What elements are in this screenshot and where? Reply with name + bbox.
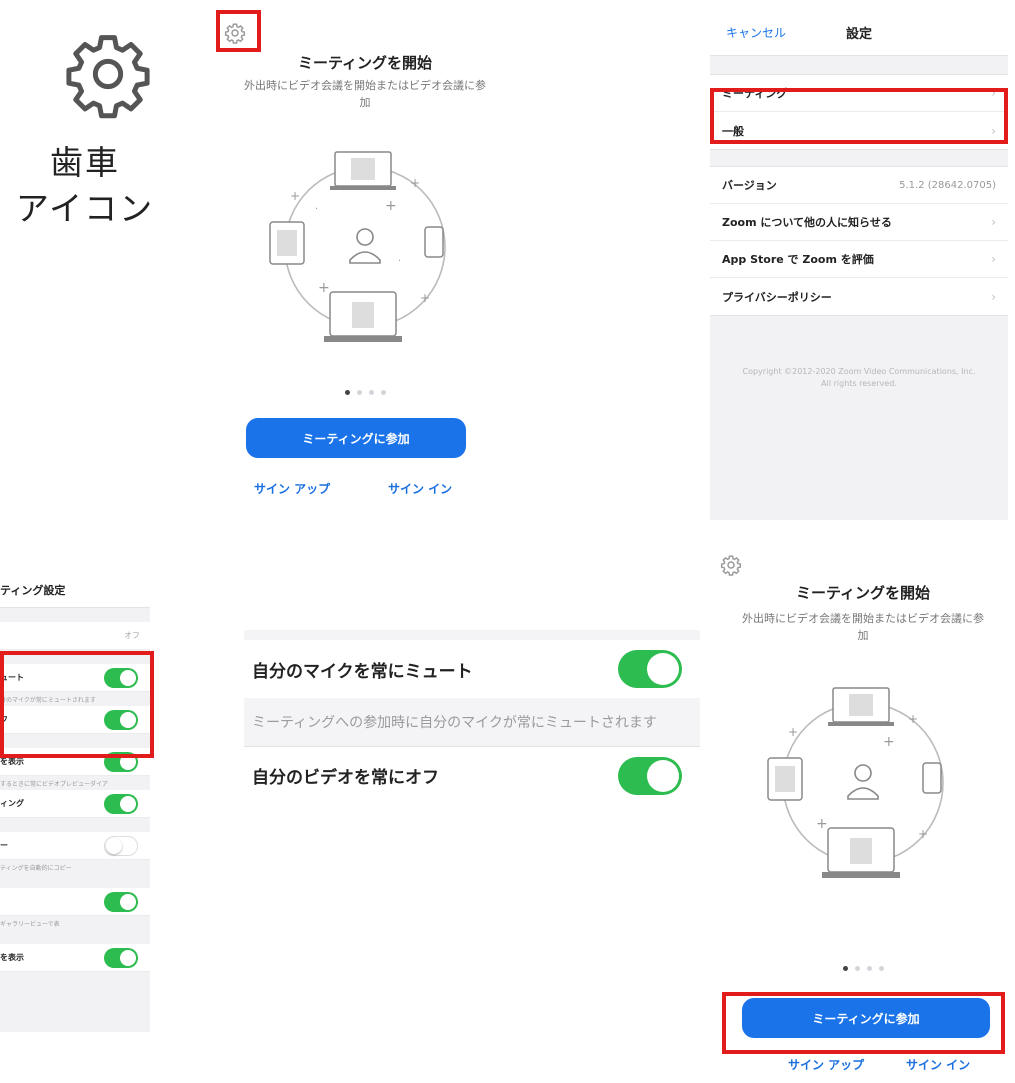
- sign-in-link[interactable]: サイン イン: [906, 1056, 970, 1073]
- copyright-text: Copyright ©2012-2020 Zoom Video Communic…: [710, 316, 1008, 390]
- sign-in-link[interactable]: サイン イン: [388, 480, 452, 497]
- sign-up-link[interactable]: サイン アップ: [788, 1056, 864, 1073]
- settings-item-rate-app[interactable]: App Store で Zoom を評価 ›: [710, 241, 1008, 278]
- settings-item-label: バージョン: [722, 179, 777, 192]
- always-mute-mic-row: 自分のマイクを常にミュート: [244, 640, 700, 698]
- devices-illustration: + + · + + + ·: [269, 151, 446, 342]
- start-title: ミーティングを開始: [795, 584, 931, 602]
- page-dot: [854, 966, 860, 971]
- always-video-off-row: 自分のビデオを常にオフ: [244, 746, 700, 804]
- settings-screen: キャンセル 設定 ミーティング › 一般 › バージョン 5.1.2 (2864…: [710, 10, 1008, 520]
- highlight-box-mute-video: [0, 651, 154, 758]
- page-dot: [356, 390, 362, 395]
- highlight-box-gear: [216, 10, 261, 52]
- always-mute-mic-description: ミーティングへの参加時に自分のマイクが常にミュートされます: [252, 715, 657, 731]
- always-mute-mic-toggle[interactable]: [618, 650, 682, 688]
- join-meeting-button[interactable]: ミーティングに参加: [246, 418, 466, 458]
- settings-group-2: バージョン 5.1.2 (28642.0705) Zoom について他の人に知ら…: [710, 166, 1008, 316]
- start-title: ミーティングを開始: [297, 54, 433, 72]
- toggle-switch[interactable]: [104, 793, 138, 814]
- copyright-line-1: Copyright ©2012-2020 Zoom Video Communic…: [742, 367, 976, 376]
- subtitle-line-1: 外出時にビデオ会議を開始またはビデオ会議に参: [742, 612, 984, 625]
- svg-text:+: +: [290, 189, 300, 203]
- settings-title: 設定: [845, 27, 872, 42]
- meeting-settings-screen: ティング設定 オフ ュート 分のマイクが常にミュートされます フ を表示 すると…: [0, 572, 150, 1032]
- svg-text:+: +: [318, 280, 330, 296]
- row-label: ィング: [0, 799, 24, 808]
- chevron-right-icon: ›: [991, 252, 996, 266]
- svg-text:+: +: [420, 291, 430, 305]
- caption-line-2: アイコン: [15, 189, 155, 228]
- highlight-box-join: [722, 992, 1005, 1054]
- row-value: オフ: [124, 631, 140, 640]
- row-description: するときに常にビデオプレビューダイア: [0, 776, 150, 790]
- page-dot: [878, 966, 884, 971]
- toggle-switch[interactable]: [104, 891, 138, 912]
- settings-item-privacy[interactable]: プライバシーポリシー ›: [710, 278, 1008, 315]
- gear-icon: [66, 35, 150, 119]
- svg-text:+: +: [883, 734, 895, 750]
- always-video-off-toggle[interactable]: [618, 756, 682, 795]
- meeting-settings-row: [0, 888, 150, 916]
- page-dot: [380, 390, 386, 395]
- always-video-off-label: 自分のビデオを常にオフ: [252, 768, 439, 788]
- sign-up-link[interactable]: サイン アップ: [254, 480, 330, 497]
- page-dot-active: [344, 390, 350, 395]
- always-mute-mic-label: 自分のマイクを常にミュート: [252, 661, 473, 682]
- settings-item-version: バージョン 5.1.2 (28642.0705): [710, 167, 1008, 204]
- svg-text:+: +: [788, 725, 798, 739]
- gear-icon-caption: 歯車 アイコン: [0, 140, 170, 232]
- svg-text:·: ·: [398, 256, 401, 267]
- highlight-box-general: [710, 88, 1008, 144]
- settings-item-label: Zoom について他の人に知らせる: [722, 216, 892, 229]
- toggle-switch[interactable]: [104, 947, 138, 968]
- svg-text:·: ·: [315, 204, 318, 215]
- subtitle-line-1: 外出時にビデオ会議を開始またはビデオ会議に参: [244, 79, 486, 92]
- subtitle-line-2: 加: [857, 629, 869, 642]
- settings-item-label: プライバシーポリシー: [722, 290, 832, 304]
- svg-text:+: +: [816, 816, 828, 832]
- row-description: ギャラリービューで表: [0, 916, 150, 930]
- row-description: ティングを自動的にコピー: [0, 860, 150, 874]
- copyright-line-2: All rights reserved.: [821, 379, 897, 388]
- start-subtitle: 外出時にビデオ会議を開始またはビデオ会議に参 加: [712, 610, 1014, 644]
- page-dot: [368, 390, 374, 395]
- version-value: 5.1.2 (28642.0705): [899, 179, 996, 191]
- settings-gear-icon[interactable]: [720, 554, 742, 576]
- page-dot-active: [842, 966, 848, 971]
- chevron-right-icon: ›: [991, 289, 996, 304]
- chevron-right-icon: ›: [991, 215, 996, 229]
- start-screen-panel: ミーティングを開始 外出時にビデオ会議を開始またはビデオ会議に参 加 + + ·…: [220, 14, 510, 504]
- toggle-switch[interactable]: [104, 835, 138, 856]
- mute-video-settings-closeup: 自分のマイクを常にミュート ミーティングへの参加時に自分のマイクが常にミュートさ…: [244, 630, 700, 804]
- page-indicator: [712, 966, 1014, 971]
- svg-text:+: +: [918, 827, 928, 841]
- svg-text:+: +: [908, 712, 918, 726]
- row-label: を表示: [0, 953, 24, 962]
- meeting-settings-row: ィング: [0, 790, 150, 818]
- devices-illustration: + + + + +: [767, 687, 944, 878]
- meeting-settings-title: ティング設定: [0, 572, 150, 608]
- settings-item-tell-others[interactable]: Zoom について他の人に知らせる ›: [710, 204, 1008, 241]
- row-label: ー: [0, 841, 8, 850]
- meeting-settings-row: ー: [0, 832, 150, 860]
- settings-header: キャンセル 設定: [710, 10, 1008, 56]
- page-dot: [866, 966, 872, 971]
- page-indicator: [220, 390, 510, 395]
- settings-item-label: App Store で Zoom を評価: [722, 253, 874, 266]
- caption-line-1: 歯車: [50, 143, 120, 182]
- meeting-settings-row: を表示: [0, 944, 150, 972]
- meeting-settings-row[interactable]: オフ: [0, 622, 150, 650]
- svg-text:+: +: [385, 198, 397, 214]
- svg-text:+: +: [410, 176, 420, 190]
- start-subtitle: 外出時にビデオ会議を開始またはビデオ会議に参 加: [220, 77, 510, 111]
- subtitle-line-2: 加: [359, 96, 371, 109]
